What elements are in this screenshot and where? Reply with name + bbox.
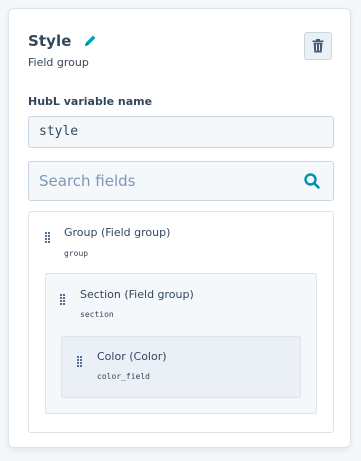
search-icon[interactable] [303,172,321,190]
panel-title: Style [28,32,72,50]
section-field-item[interactable]: Section (Field group) section Color (Col… [45,273,317,414]
drag-handle-icon[interactable] [60,294,66,316]
group-field-var: group [64,249,89,258]
drag-handle-icon[interactable] [77,356,83,378]
trash-icon [312,39,324,53]
pencil-icon[interactable] [82,33,98,49]
color-field-item[interactable]: Color (Color) color_field [61,336,301,398]
delete-button[interactable] [304,32,332,60]
group-field-label: Group (Field group) [64,226,171,239]
section-field-var: section [80,310,114,319]
field-tree: Group (Field group) group Section (Field… [28,211,334,433]
search-fields-box [28,161,334,201]
drag-handle-icon[interactable] [45,232,51,254]
hubl-variable-field[interactable]: style [28,116,334,148]
color-field-var: color_field [97,372,150,381]
panel-subtitle: Field group [28,56,89,69]
section-field-label: Section (Field group) [80,288,194,301]
color-field-label: Color (Color) [97,350,167,363]
search-input[interactable] [29,162,303,200]
title-row: Style [28,32,98,50]
hubl-variable-label: HubL variable name [28,95,153,108]
field-group-panel: Style Field group HubL variable name sty… [8,8,351,448]
